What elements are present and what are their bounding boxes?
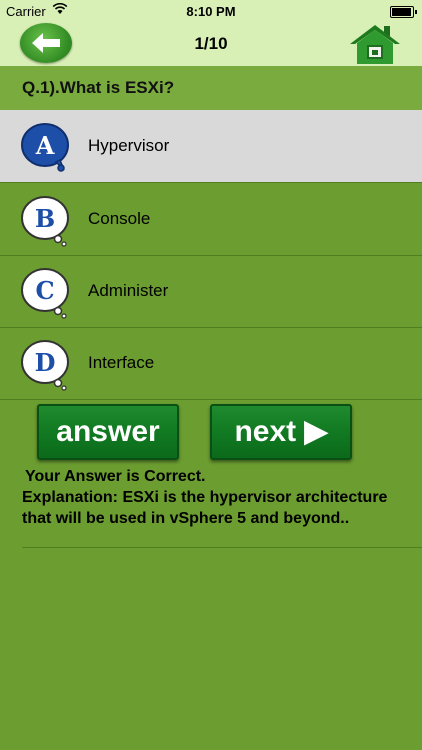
option-a[interactable]: A Hypervisor [0,110,422,183]
option-b-letter: B [35,204,55,233]
option-b-label: Console [88,209,151,228]
status-time: 8:10 PM [186,4,236,19]
option-d-letter: D [35,348,56,377]
option-a-letter: A [35,131,55,160]
question-bar: Q.1).What is ESXi? [0,66,422,111]
option-c[interactable]: C Administer [0,255,422,328]
result-explanation: Explanation: ESXi is the hypervisor arch… [22,489,388,527]
option-c-label: Administer [88,281,169,300]
speech-bubble-a-icon: A [21,123,69,172]
option-c-letter: C [35,276,54,305]
option-a-label: Hypervisor [88,136,170,155]
speech-bubble-d-icon: D [21,340,69,391]
navigation-bar: 1/10 [0,22,422,66]
divider [22,547,422,548]
option-b[interactable]: B Console [0,183,422,256]
home-icon [350,25,400,64]
result-status: Your Answer is Correct. [25,468,206,485]
speech-bubble-b-icon: B [21,196,69,247]
speech-bubble-c-icon: C [21,268,69,319]
status-bar: Carrier 8:10 PM [0,0,422,22]
result-panel: Your Answer is Correct. Explanation: ESX… [22,466,412,529]
option-d[interactable]: D Interface [0,327,422,400]
option-d-label: Interface [88,353,155,372]
answer-button[interactable]: answer [37,404,179,460]
next-button[interactable]: next ▶ [210,404,352,460]
home-button[interactable] [348,22,402,66]
battery-icon [390,6,417,18]
question-text: Q.1).What is ESXi? [22,78,175,97]
